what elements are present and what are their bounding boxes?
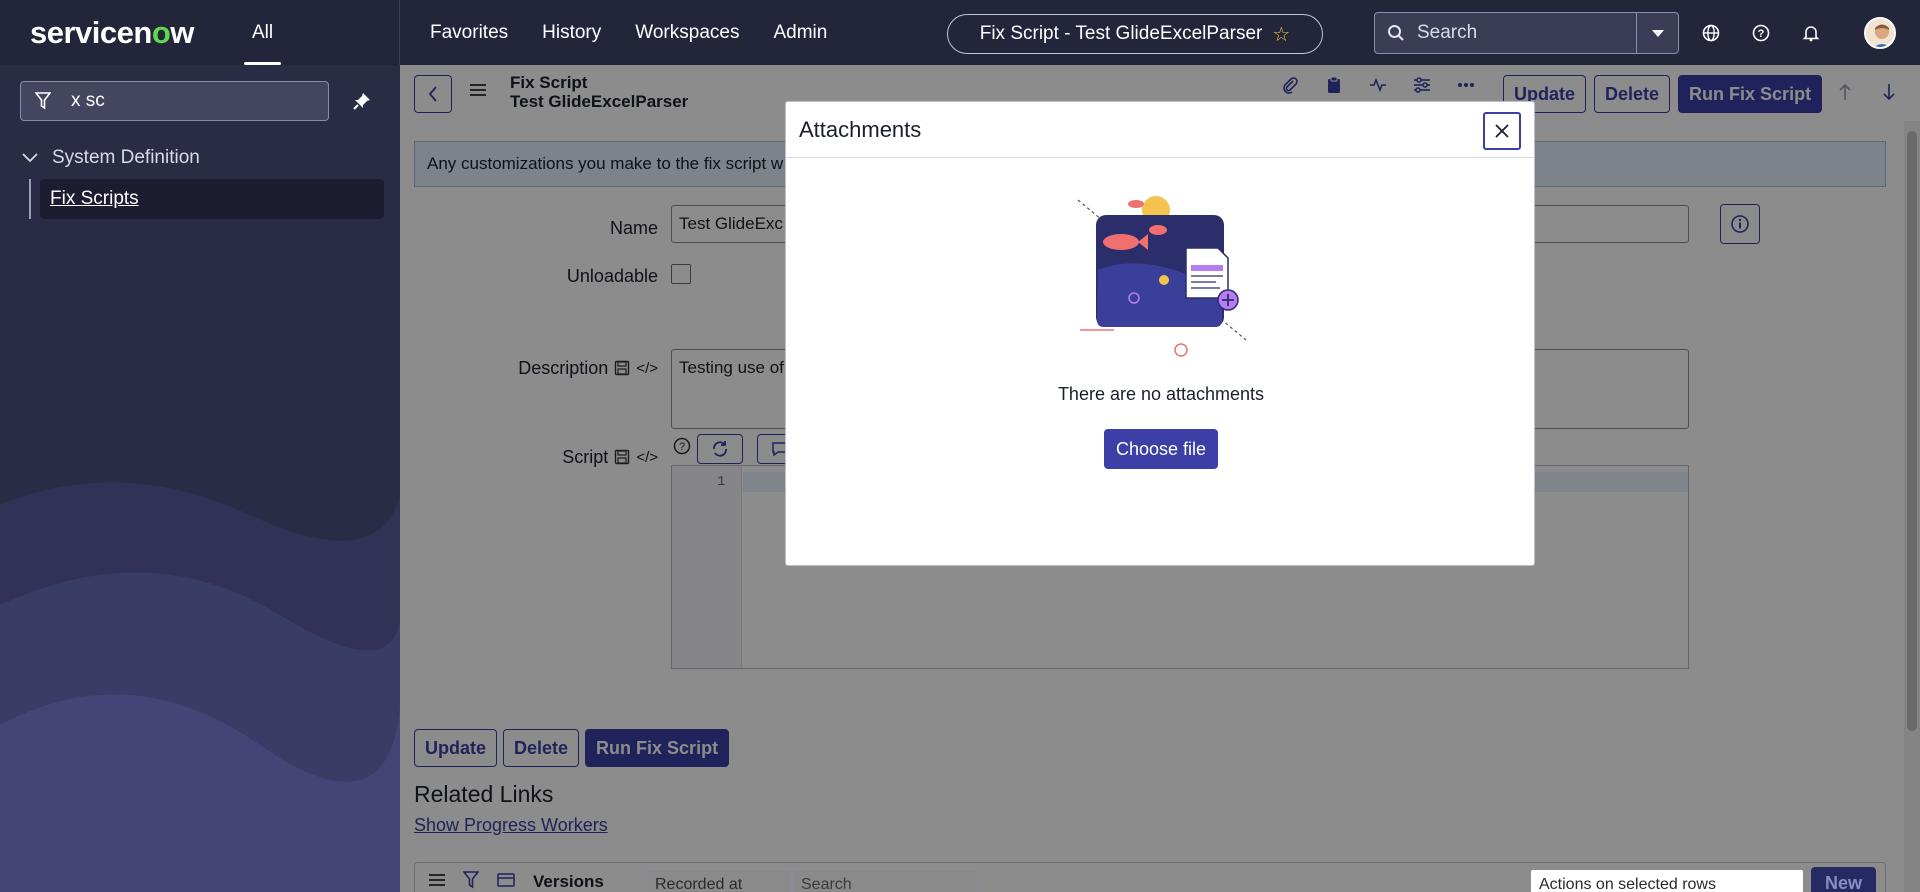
svg-text:?: ? — [1758, 28, 1765, 40]
pin-icon[interactable] — [352, 91, 374, 113]
sidebar-background-waves — [0, 482, 400, 892]
modal-close-button[interactable] — [1483, 112, 1521, 150]
list-search-field-select[interactable]: Recorded at — [646, 869, 792, 892]
search-scope-dropdown[interactable] — [1636, 13, 1678, 53]
main-nav: Favorites History Workspaces Admin — [400, 0, 827, 65]
search-placeholder: Search — [1417, 22, 1478, 43]
no-attachments-message: There are no attachments — [1057, 384, 1265, 404]
modal-header: Attachments — [786, 102, 1534, 158]
user-avatar[interactable] — [1864, 17, 1896, 49]
record-title-text: Fix Script - Test GlideExcelParser — [979, 23, 1263, 44]
servicenow-logo[interactable]: servicenow — [30, 15, 194, 51]
close-icon — [1495, 124, 1509, 138]
star-icon[interactable]: ☆ — [1272, 22, 1290, 47]
chevron-down-icon — [22, 153, 38, 163]
filter-icon — [35, 92, 51, 110]
brand-area: servicenow All — [0, 0, 400, 65]
help-icon[interactable]: ? — [1750, 22, 1772, 44]
nav-section-system-definition[interactable]: System Definition — [22, 147, 200, 169]
navigator-sidebar: x sc System Definition Fix Scripts — [0, 65, 400, 892]
filter-value: x sc — [71, 90, 105, 111]
list-actions-select[interactable]: Actions on selected rows — [1530, 869, 1804, 892]
nav-item-fix-scripts[interactable]: Fix Scripts — [40, 179, 384, 219]
header-icons: ? — [1700, 0, 1822, 65]
nav-admin[interactable]: Admin — [773, 22, 827, 44]
chevron-down-icon — [1651, 29, 1664, 37]
list-new-button[interactable]: New — [1811, 867, 1877, 892]
logo-text-end: w — [170, 14, 194, 50]
list-actions-value: Actions on selected rows — [1539, 876, 1716, 892]
nav-workspaces[interactable]: Workspaces — [635, 22, 739, 44]
record-title-pill[interactable]: Fix Script - Test GlideExcelParser ☆ — [947, 14, 1323, 54]
nav-section-label: System Definition — [52, 147, 200, 168]
navigator-filter-input[interactable]: x sc — [20, 81, 329, 121]
nav-tree-line — [29, 179, 31, 219]
attachments-modal: Attachments There are no attachments Cho… — [785, 101, 1535, 566]
list-search-controls: Recorded at Search — [646, 869, 979, 892]
logo-text-start: servicen — [30, 14, 152, 50]
logo-text-o: o — [151, 14, 171, 50]
list-search-input[interactable]: Search — [792, 869, 978, 892]
global-search[interactable]: Search — [1374, 12, 1679, 54]
all-menu-tab[interactable]: All — [244, 0, 282, 65]
bell-icon[interactable] — [1800, 22, 1822, 44]
choose-file-button[interactable]: Choose file — [1104, 429, 1218, 469]
nav-favorites[interactable]: Favorites — [430, 22, 508, 44]
empty-attachments-illustration — [1077, 196, 1247, 357]
globe-icon[interactable] — [1700, 22, 1722, 44]
search-icon — [1375, 24, 1417, 42]
top-header: servicenow All Favorites History Workspa… — [0, 0, 1920, 65]
modal-title: Attachments — [799, 116, 922, 142]
nav-history[interactable]: History — [542, 22, 601, 44]
